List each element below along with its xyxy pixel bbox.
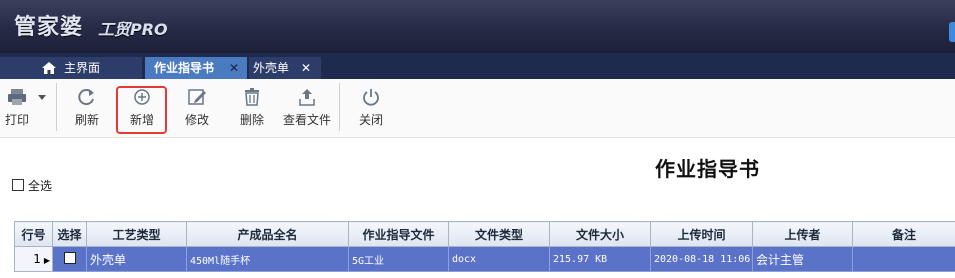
page-title: 作业指导书 xyxy=(655,157,760,181)
select-all-checkbox[interactable]: 全选 xyxy=(12,177,52,194)
close-label: 关闭 xyxy=(358,113,383,127)
delete-label: 删除 xyxy=(239,113,264,127)
row-number-cell: 1 ▶ xyxy=(14,246,53,272)
tab-home[interactable]: 主界面 xyxy=(0,57,142,79)
tab-shell-order-label: 外壳单 xyxy=(253,61,290,75)
data-grid: 行号 选择 工艺类型 产成品全名 作业指导文件 文件类型 文件大小 上传时间 上… xyxy=(14,221,955,272)
app-logo: 管家婆 xyxy=(14,15,84,40)
tab-shell-order[interactable]: 外壳单 ✕ xyxy=(249,57,321,79)
tab-home-label: 主界面 xyxy=(64,61,101,75)
refresh-button[interactable]: 刷新 xyxy=(68,85,106,131)
toolbar-divider xyxy=(339,83,340,131)
close-button[interactable]: 关闭 xyxy=(352,85,390,131)
add-button-highlight xyxy=(116,86,167,134)
select-all-label: 全选 xyxy=(28,179,53,193)
print-dropdown[interactable] xyxy=(34,85,50,131)
edit-icon xyxy=(188,89,206,105)
header-side-button[interactable] xyxy=(949,22,955,42)
toolbar-divider xyxy=(56,83,57,131)
close-icon[interactable]: ✕ xyxy=(301,57,311,79)
refresh-icon xyxy=(78,89,94,106)
process-type-cell[interactable]: 外壳单 xyxy=(86,246,187,272)
table-row[interactable]: 1 ▶ 外壳单 450Ml随手杯 5G工业 docx 215.97 KB 2020… xyxy=(14,246,955,272)
tab-work-guide[interactable]: 作业指导书 ✕ xyxy=(145,57,247,79)
uploader-cell[interactable]: 会计主管 xyxy=(752,246,853,272)
upload-time-cell[interactable]: 2020-08-18 11:06 xyxy=(650,246,753,272)
file-size-cell[interactable]: 215.97 KB xyxy=(549,246,651,272)
guide-file-cell[interactable]: 5G工业 xyxy=(348,246,449,272)
row-number: 1 xyxy=(33,252,41,266)
printer-icon xyxy=(8,89,26,105)
column-header[interactable]: 工艺类型 xyxy=(86,221,187,247)
view-file-button[interactable]: 查看文件 xyxy=(281,85,333,131)
grid-header-row: 行号 选择 工艺类型 产成品全名 作业指导文件 文件类型 文件大小 上传时间 上… xyxy=(14,221,955,247)
row-pointer-icon: ▶ xyxy=(43,256,50,265)
column-header[interactable]: 产成品全名 xyxy=(186,221,349,247)
row-checkbox[interactable] xyxy=(63,252,76,264)
home-icon xyxy=(42,62,56,74)
trash-icon xyxy=(245,88,259,106)
column-header[interactable]: 行号 xyxy=(14,221,53,247)
row-select-cell[interactable] xyxy=(52,246,87,272)
tab-bar: 主界面 作业指导书 ✕ 外壳单 ✕ xyxy=(0,53,955,79)
file-type-cell[interactable]: docx xyxy=(448,246,550,272)
print-label: 打印 xyxy=(4,113,29,127)
tab-work-guide-label: 作业指导书 xyxy=(154,61,215,75)
refresh-label: 刷新 xyxy=(74,113,99,127)
column-header[interactable]: 上传时间 xyxy=(650,221,753,247)
app-header: 管家婆 工贸PRO xyxy=(0,0,955,53)
column-header[interactable]: 选择 xyxy=(52,221,87,247)
print-button[interactable]: 打印 xyxy=(2,85,32,131)
remark-cell[interactable] xyxy=(852,246,955,272)
column-header[interactable]: 作业指导文件 xyxy=(348,221,449,247)
close-icon[interactable]: ✕ xyxy=(229,57,239,79)
edit-button[interactable]: 修改 xyxy=(178,85,216,131)
upload-file-icon xyxy=(299,89,315,106)
checkbox[interactable] xyxy=(12,179,24,191)
product-name-cell[interactable]: 450Ml随手杯 xyxy=(186,246,349,272)
column-header[interactable]: 文件类型 xyxy=(448,221,550,247)
column-header[interactable]: 备注 xyxy=(852,221,955,247)
delete-button[interactable]: 删除 xyxy=(233,85,271,131)
power-icon xyxy=(363,89,379,106)
view-file-label: 查看文件 xyxy=(282,113,331,127)
app-logo-subtitle: 工贸PRO xyxy=(98,20,168,39)
chevron-down-icon xyxy=(38,95,46,100)
edit-label: 修改 xyxy=(184,113,209,127)
column-header[interactable]: 上传者 xyxy=(752,221,853,247)
column-header[interactable]: 文件大小 xyxy=(549,221,651,247)
